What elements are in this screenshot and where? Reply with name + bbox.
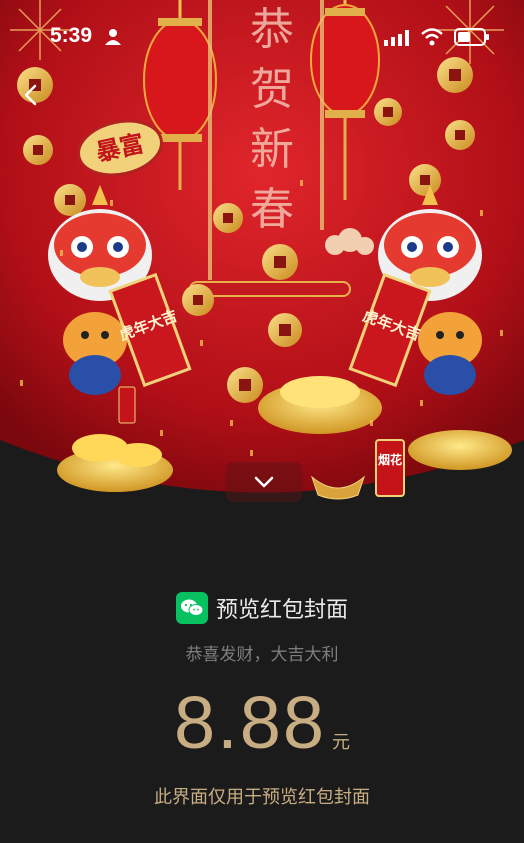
amount-row: 8.88 元 bbox=[0, 680, 524, 765]
brand-name: 预览红包封面 bbox=[215, 598, 348, 623]
firecracker-text: 烟花 bbox=[378, 452, 402, 467]
tiger-right bbox=[418, 312, 482, 395]
wechat-icon bbox=[175, 592, 208, 624]
currency-label: 元 bbox=[332, 732, 351, 753]
status-time: 5:39 bbox=[50, 24, 93, 47]
brand-row: 预览红包封面 bbox=[0, 592, 524, 624]
battery-icon bbox=[454, 28, 489, 46]
back-button[interactable] bbox=[16, 80, 46, 110]
amount-value: 8.88 bbox=[173, 681, 327, 764]
tiger-left bbox=[63, 312, 127, 395]
firecracker: 烟花 bbox=[375, 439, 405, 497]
gold-pile-right bbox=[408, 430, 512, 470]
red-envelope-cover: 暴富 虎年大吉 虎年大吉 烟花 恭 贺 新 春 bbox=[0, 0, 524, 520]
collapse-button[interactable] bbox=[226, 462, 302, 502]
title-char-3: 新 bbox=[250, 124, 294, 175]
wifi-icon bbox=[421, 28, 443, 46]
person-icon bbox=[105, 29, 121, 45]
status-bar: 5:39 bbox=[0, 0, 524, 76]
preview-panel: 预览红包封面 恭喜发财，大吉大利 8.88 元 此界面仅用于预览红包封面 bbox=[0, 520, 524, 843]
chevron-down-icon bbox=[254, 476, 274, 488]
title-char-4: 春 bbox=[250, 184, 294, 235]
signal-icon bbox=[384, 30, 409, 46]
greeting-text: 恭喜发财，大吉大利 bbox=[185, 645, 339, 665]
preview-notice: 此界面仅用于预览红包封面 bbox=[154, 787, 370, 808]
chevron-left-icon bbox=[24, 84, 37, 106]
small-firecracker bbox=[118, 386, 136, 424]
